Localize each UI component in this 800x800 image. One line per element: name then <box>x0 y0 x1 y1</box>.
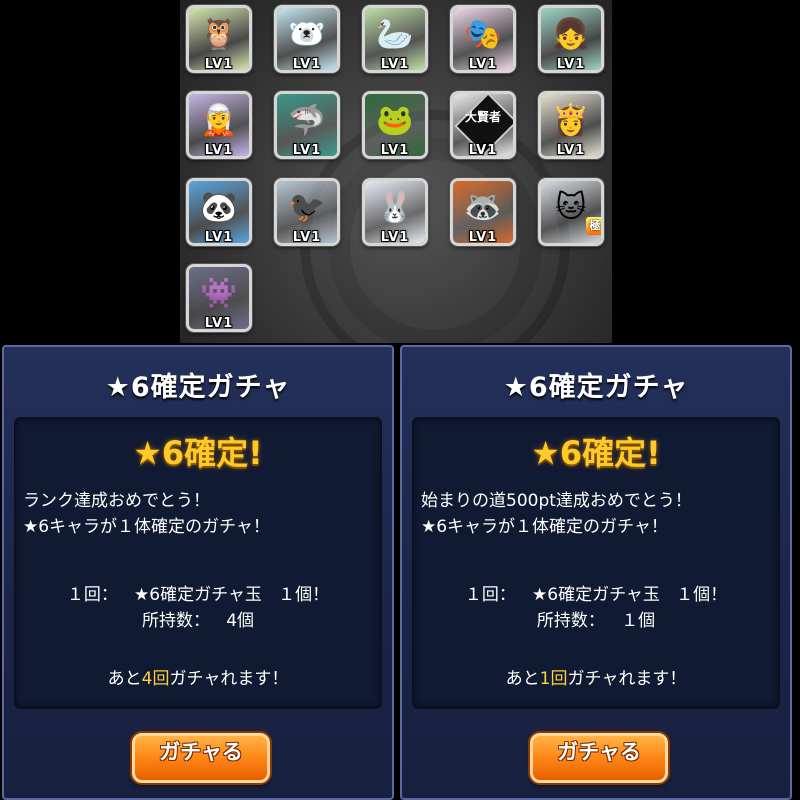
owned-value: １個 <box>621 611 656 631</box>
level-label: LV1 <box>204 316 234 331</box>
level-label: LV1 <box>292 57 322 72</box>
dialog-title: ★6確定ガチャ <box>503 372 689 403</box>
gacha-dialog-rank: ★6確定ガチャ ★6確定! ランク達成おめでとう！ ★6キャラが１体確定のガチャ… <box>2 345 394 800</box>
portrait-glyph: 🦈 <box>288 103 326 138</box>
dialog-message: ランク達成おめでとう！ ★6キャラが１体確定のガチャ！ <box>23 488 377 540</box>
owned-label: 所持数： <box>141 611 210 631</box>
remaining-prefix: あと <box>107 669 142 689</box>
owl-icon[interactable]: 🦉 LV1 <box>186 5 252 73</box>
cost-qty: １個！ <box>676 585 728 605</box>
dark-fluff-monster-icon[interactable]: 👾 LV1 <box>186 264 252 332</box>
portrait-glyph: 🐦‍⬛ <box>288 190 326 225</box>
portrait-glyph: 🐸 <box>376 103 414 138</box>
dialog-title: ★6確定ガチャ <box>105 372 291 403</box>
white-rabbit-icon[interactable]: 🐰 LV1 <box>362 178 428 246</box>
level-label: LV1 <box>556 143 586 158</box>
owned-value: 4個 <box>226 611 255 631</box>
character-box-panel: 🦉 LV1 🐻‍❄️ LV1 🦢 LV1 🎭 LV1 👧 LV1 🧝 LV1 🦈 LV1 🐸 LV1 大賢者 LV… <box>180 0 612 343</box>
cost-qty: １個！ <box>278 585 330 605</box>
portrait-glyph: 🐻‍❄️ <box>288 17 326 52</box>
card-kanji: 大賢者 <box>464 110 501 124</box>
clown-mask-icon[interactable]: 🎭 LV1 <box>450 5 516 73</box>
dialog-content: ★6確定! ランク達成おめでとう！ ★6キャラが１体確定のガチャ！ １回： ★6… <box>14 417 382 709</box>
gacha-dialog-path: ★6確定ガチャ ★6確定! 始まりの道500pt達成おめでとう！ ★6キャラが１… <box>400 345 792 800</box>
message-line-2: ★6キャラが１体確定のガチャ！ <box>421 517 668 537</box>
cost-label: １回： <box>66 585 118 605</box>
message-line-2: ★6キャラが１体確定のガチャ！ <box>23 517 270 537</box>
gacha-button[interactable]: ガチャる <box>530 733 668 783</box>
frog-icon[interactable]: 🐸 LV1 <box>362 91 428 159</box>
portrait-glyph: 🧝 <box>200 103 238 138</box>
portrait-glyph: 🦝 <box>464 190 502 225</box>
elf-girl-icon[interactable]: 🧝 LV1 <box>186 91 252 159</box>
remaining-suffix: ガチャれます！ <box>567 669 687 689</box>
remaining-count: 4回 <box>141 669 170 689</box>
portrait-glyph: 👧 <box>552 17 590 52</box>
level-label: LV1 <box>204 57 234 72</box>
owned-row: 所持数： １個 <box>413 606 779 631</box>
portrait-glyph: 👸 <box>552 103 590 138</box>
tanuki-icon[interactable]: 🦝 LV1 <box>450 178 516 246</box>
dialog-message: 始まりの道500pt達成おめでとう！ ★6キャラが１体確定のガチャ！ <box>421 488 775 540</box>
owned-label: 所持数： <box>536 611 605 631</box>
girl-character-icon[interactable]: 👧 LV1 <box>538 5 604 73</box>
portrait-glyph: 🦢 <box>376 17 414 52</box>
level-label: LV1 <box>468 143 498 158</box>
dialog-content: ★6確定! 始まりの道500pt達成おめでとう！ ★6キャラが１体確定のガチャ！… <box>412 417 780 709</box>
gacha-button[interactable]: ガチャる <box>132 733 270 783</box>
owned-row: 所持数： 4個 <box>15 606 381 631</box>
level-label: LV1 <box>556 57 586 72</box>
level-label: LV1 <box>380 57 410 72</box>
portrait-glyph: 🦉 <box>200 17 238 52</box>
remaining-row: あと4回ガチャれます！ <box>15 664 381 689</box>
cost-row: １回： ★6確定ガチャ玉 １個！ <box>15 580 381 605</box>
polar-bear-icon[interactable]: 🐻‍❄️ LV1 <box>274 5 340 73</box>
level-label: LV1 <box>380 143 410 158</box>
remaining-count: 1回 <box>539 669 568 689</box>
guaranteed-headline: ★6確定! <box>133 434 263 472</box>
goose-icon[interactable]: 🦢 LV1 <box>362 5 428 73</box>
background-crest <box>300 110 570 343</box>
level-label: LV1 <box>292 230 322 245</box>
remaining-prefix: あと <box>505 669 540 689</box>
panda-captain-icon[interactable]: 🐼 LV1 <box>186 178 252 246</box>
remaining-row: あと1回ガチャれます！ <box>413 664 779 689</box>
level-label: LV1 <box>292 143 322 158</box>
cost-item: ★6確定ガチャ玉 <box>532 585 660 605</box>
level-label: LV1 <box>380 230 410 245</box>
remaining-suffix: ガチャれます！ <box>169 669 289 689</box>
great-sage-card-icon[interactable]: 大賢者 LV1 <box>450 91 516 159</box>
cost-item: ★6確定ガチャ玉 <box>134 585 262 605</box>
crow-icon[interactable]: 🐦‍⬛ LV1 <box>274 178 340 246</box>
level-label: LV1 <box>204 143 234 158</box>
portrait-glyph: 🐰 <box>376 190 414 225</box>
guaranteed-headline: ★6確定! <box>531 434 661 472</box>
level-label: LV1 <box>204 230 234 245</box>
portrait-glyph: 🎭 <box>464 17 502 52</box>
cost-label: １回： <box>464 585 516 605</box>
portrait-glyph: 🐼 <box>200 190 238 225</box>
cost-row: １回： ★6確定ガチャ玉 １個！ <box>413 580 779 605</box>
white-cat-icon[interactable]: 🐱 極 <box>538 178 604 246</box>
red-shark-icon[interactable]: 🦈 LV1 <box>274 91 340 159</box>
portrait-glyph: 👾 <box>200 276 238 311</box>
level-label: LV1 <box>468 230 498 245</box>
message-line-1: 始まりの道500pt達成おめでとう！ <box>421 491 692 511</box>
kiwami-badge: 極 <box>586 217 601 235</box>
level-label: LV1 <box>468 57 498 72</box>
princess-icon[interactable]: 👸 LV1 <box>538 91 604 159</box>
message-line-1: ランク達成おめでとう！ <box>23 491 210 511</box>
